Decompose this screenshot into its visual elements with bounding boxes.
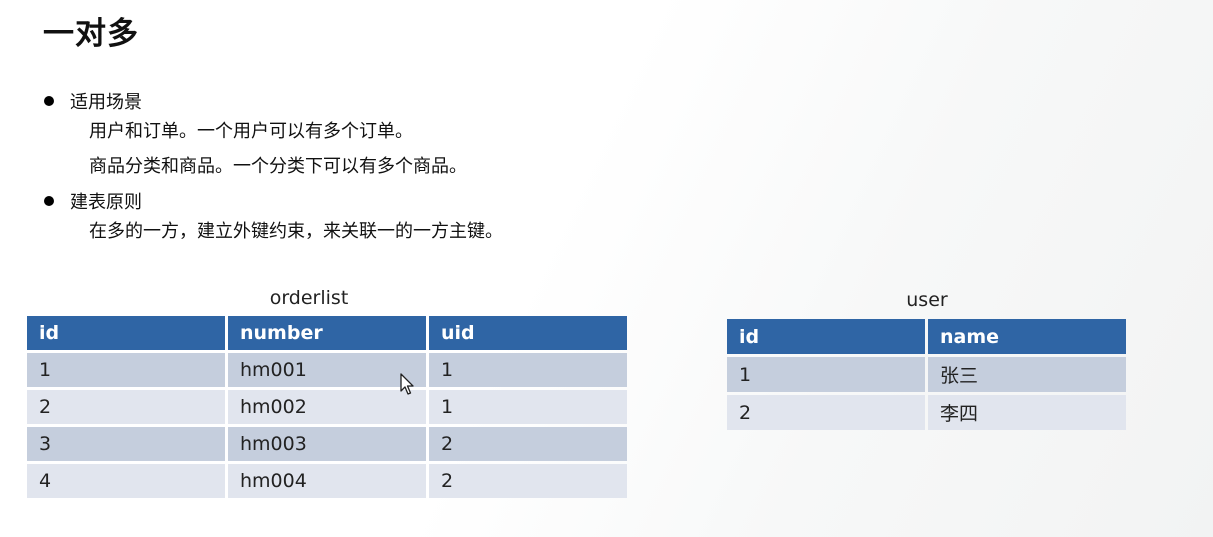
table-row: 1 hm001 1 xyxy=(27,353,627,387)
bullet-dot-icon xyxy=(44,96,54,106)
bullet-text: 商品分类和商品。一个分类下可以有多个商品。 xyxy=(89,156,467,177)
table-cell: 4 xyxy=(27,464,225,498)
mouse-pointer-icon xyxy=(400,373,414,395)
page-title: 一对多 xyxy=(43,16,139,52)
table-cell: hm004 xyxy=(228,464,426,498)
bullet-heading: 建表原则 xyxy=(70,192,142,213)
table-cell: hm003 xyxy=(228,427,426,461)
table-cell: hm001 xyxy=(228,353,426,387)
table-cell: hm002 xyxy=(228,390,426,424)
bullet-heading: 适用场景 xyxy=(70,92,142,113)
table-cell: 1 xyxy=(429,390,627,424)
bullet-item-scenario: 适用场景 xyxy=(42,88,503,114)
table-cell: 李四 xyxy=(928,395,1126,430)
table-cell: 2 xyxy=(429,427,627,461)
table-header-row: id name xyxy=(727,319,1126,354)
table-row: 1 张三 xyxy=(727,357,1126,392)
table-cell: 1 xyxy=(429,353,627,387)
column-header: id xyxy=(27,316,225,350)
column-header: id xyxy=(727,319,925,354)
table-row: 4 hm004 2 xyxy=(27,464,627,498)
bullet-text: 用户和订单。一个用户可以有多个订单。 xyxy=(89,121,413,142)
orderlist-caption: orderlist xyxy=(269,287,349,309)
table-cell: 2 xyxy=(727,395,925,430)
column-header: number xyxy=(228,316,426,350)
table-cell: 3 xyxy=(27,427,225,461)
table-cell: 张三 xyxy=(928,357,1126,392)
column-header: uid xyxy=(429,316,627,350)
bullet-dot-icon xyxy=(44,196,54,206)
table-header-row: id number uid xyxy=(27,316,627,350)
user-table: id name 1 张三 2 李四 xyxy=(724,316,1129,433)
table-row: 2 李四 xyxy=(727,395,1126,430)
table-cell: 2 xyxy=(27,390,225,424)
table-cell: 2 xyxy=(429,464,627,498)
bullet-item-principle: 建表原则 xyxy=(42,188,503,214)
bullet-text: 在多的一方，建立外键约束，来关联一的一方主键。 xyxy=(89,221,503,242)
table-row: 3 hm003 2 xyxy=(27,427,627,461)
table-cell: 1 xyxy=(27,353,225,387)
bullet-list: 适用场景 用户和订单。一个用户可以有多个订单。 商品分类和商品。一个分类下可以有… xyxy=(42,88,503,249)
user-caption: user xyxy=(906,289,948,311)
column-header: name xyxy=(928,319,1126,354)
table-row: 2 hm002 1 xyxy=(27,390,627,424)
table-cell: 1 xyxy=(727,357,925,392)
orderlist-table: id number uid 1 hm001 1 2 hm002 1 3 hm00… xyxy=(24,313,630,501)
